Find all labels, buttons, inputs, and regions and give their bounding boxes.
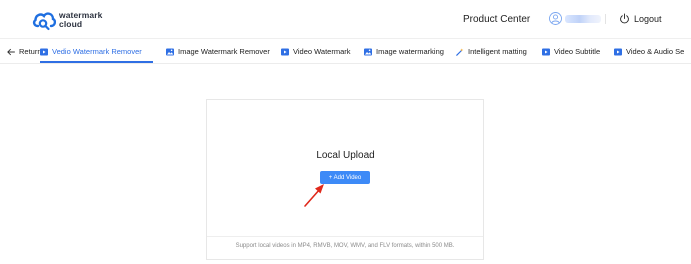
- magic-wand-icon: [456, 48, 464, 56]
- product-center-link[interactable]: Product Center: [463, 14, 530, 25]
- tab-intelligent-matting[interactable]: Intelligent matting: [456, 39, 527, 64]
- header-divider: [605, 14, 606, 24]
- video-icon: [40, 48, 48, 55]
- tab-label: Video Subtitle: [554, 47, 601, 56]
- video-icon: [614, 48, 622, 55]
- image-icon: [364, 48, 372, 55]
- upload-title: Local Upload: [316, 150, 375, 161]
- upload-format-note: Support local videos in MP4, RMVB, MOV, …: [235, 243, 455, 249]
- card-divider: [207, 236, 483, 237]
- top-header: watermark cloud Product Center Logout: [0, 0, 691, 38]
- red-arrow-annotation-icon: [304, 184, 324, 207]
- tab-image-watermarking[interactable]: Image watermarking: [364, 39, 444, 64]
- video-icon: [542, 48, 550, 55]
- arrow-left-icon: [7, 48, 15, 55]
- logo-text: watermark cloud: [59, 11, 102, 29]
- blurred-username: [565, 14, 601, 23]
- logout-button[interactable]: Logout: [619, 13, 662, 24]
- nav-return[interactable]: Return: [7, 39, 42, 64]
- video-icon: [281, 48, 289, 55]
- tool-nav-bar: Return Vedio Watermark Remover Image Wat…: [0, 38, 691, 64]
- logo-line-2: cloud: [59, 19, 83, 29]
- cloud-logo-icon: [32, 12, 56, 31]
- tab-label: Intelligent matting: [468, 47, 527, 56]
- tab-label: Image Watermark Remover: [178, 47, 270, 56]
- tab-video-watermark[interactable]: Video Watermark: [281, 39, 351, 64]
- tab-image-watermark-remover[interactable]: Image Watermark Remover: [166, 39, 270, 64]
- nav-return-label: Return: [19, 47, 42, 56]
- logout-label: Logout: [634, 13, 662, 24]
- tab-video-subtitle[interactable]: Video Subtitle: [542, 39, 600, 64]
- logo[interactable]: watermark cloud: [32, 9, 102, 31]
- power-icon: [620, 13, 629, 24]
- active-tab-indicator: [40, 61, 153, 63]
- tab-video-audio[interactable]: Video & Audio Se: [614, 39, 684, 64]
- image-icon: [166, 48, 174, 55]
- tab-label: Video & Audio Se: [626, 47, 685, 56]
- user-menu[interactable]: [549, 12, 601, 25]
- user-avatar-icon: [549, 12, 562, 25]
- tab-label: Video Watermark: [293, 47, 351, 56]
- tab-label: Vedio Watermark Remover: [52, 47, 142, 56]
- tab-label: Image watermarking: [376, 47, 444, 56]
